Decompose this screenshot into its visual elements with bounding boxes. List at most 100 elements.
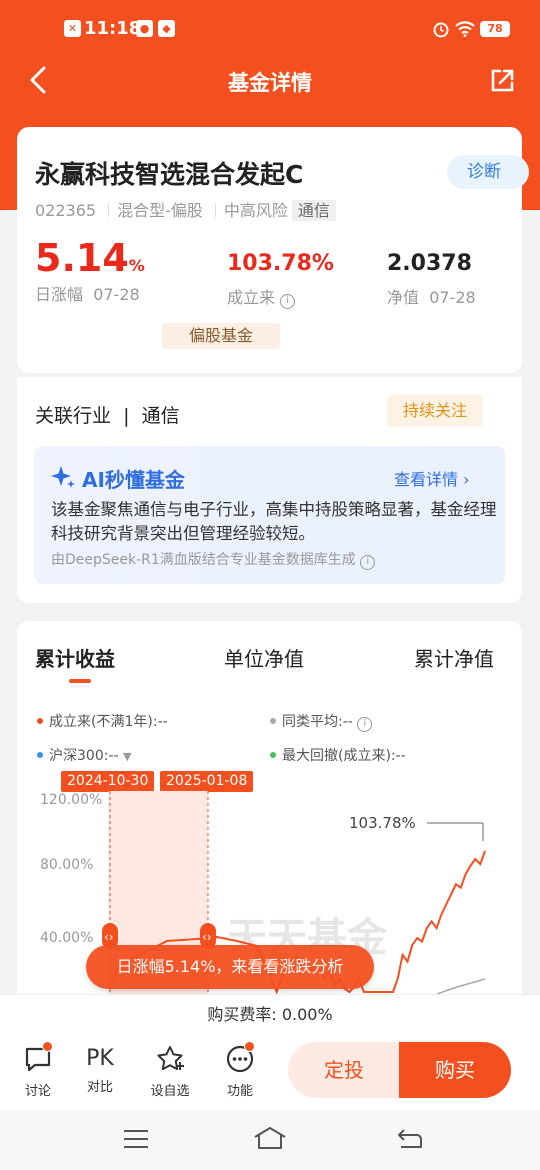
- home-icon[interactable]: [252, 1125, 288, 1151]
- fund-type: 混合型-偏股: [117, 201, 203, 220]
- chart-tabs: 累计收益 单位净值 累计净值: [17, 643, 522, 683]
- info-icon[interactable]: i: [280, 294, 296, 309]
- pk-icon: PK: [86, 1046, 114, 1071]
- legend-dot: [270, 718, 276, 724]
- legend-since-value: --: [157, 714, 168, 730]
- daily-change-value: 5.14: [35, 236, 129, 280]
- add-watchlist-label: 设自选: [150, 1084, 190, 1099]
- fee-bar: 购买费率: 0.00%: [0, 994, 540, 1034]
- legend-dot: [270, 752, 276, 758]
- app-notification-icon: ●: [136, 20, 153, 37]
- range-handle-arrows: ‹›: [104, 930, 114, 944]
- legend-hs300-value: --: [108, 748, 119, 764]
- y-tick-label: 40.00%: [40, 930, 93, 946]
- sparkle-icon: [51, 466, 75, 488]
- legend-hs300[interactable]: 沪深300:-- ▼: [37, 745, 131, 765]
- fee-label: 购买费率:: [207, 1005, 277, 1024]
- diagnose-button[interactable]: 诊断: [447, 155, 529, 189]
- daily-change-date: 07-28: [93, 285, 140, 304]
- category-pill[interactable]: 偏股基金: [162, 323, 280, 349]
- nav-bar: 基金详情: [0, 55, 540, 107]
- ai-view-details-link[interactable]: 查看详情 ›: [394, 466, 470, 490]
- add-watchlist-button[interactable]: 设自选: [142, 1044, 198, 1099]
- sector-tag[interactable]: 通信: [291, 200, 336, 221]
- nav-date: 07-28: [429, 288, 476, 307]
- chevron-down-icon: ▼: [123, 750, 132, 763]
- discuss-button[interactable]: 讨论: [10, 1041, 66, 1099]
- menu-icon[interactable]: [122, 1128, 150, 1150]
- battery-icon: 78: [480, 21, 510, 37]
- discuss-label: 讨论: [24, 1084, 51, 1099]
- series-peer-average: [436, 978, 486, 994]
- since-inception-metric: 103.78% 成立来 i: [227, 251, 334, 309]
- legend-dot: [37, 718, 43, 724]
- follow-button[interactable]: 持续关注: [387, 395, 483, 427]
- alarm-icon: [433, 22, 449, 38]
- ai-summary-panel[interactable]: AI秒懂基金 查看详情 › 该基金聚焦通信与电子行业，高集中持股策略显著，基金经…: [34, 446, 505, 584]
- notification-badge: [244, 1041, 255, 1052]
- functions-label: 功能: [226, 1084, 253, 1099]
- auto-invest-button[interactable]: 定投: [288, 1042, 400, 1098]
- fund-tags: 022365 混合型-偏股 中高风险 通信: [35, 197, 340, 221]
- back-nav-icon[interactable]: [396, 1127, 424, 1151]
- info-icon[interactable]: i: [357, 717, 373, 732]
- ai-source: 由DeepSeek-R1满血版结合专业基金数据库生成: [51, 552, 356, 568]
- tab-accumulated-nav[interactable]: 累计净值: [414, 643, 494, 672]
- since-inception-value: 103.78%: [227, 251, 334, 276]
- highlight-end-date: 2025-01-08: [160, 771, 254, 792]
- fund-summary-card: 永赢科技智选混合发起C 诊断 022365 混合型-偏股 中高风险 通信 5.14% …: [17, 127, 529, 373]
- legend-peer: 同类平均:-- i: [270, 711, 373, 732]
- tab-unit-nav[interactable]: 单位净值: [224, 643, 304, 672]
- legend-drawdown-label: 最大回撤(成立来):: [282, 748, 396, 764]
- legend-hs300-label: 沪深300:: [49, 748, 109, 764]
- compare-label: 对比: [86, 1080, 113, 1095]
- industry-separator: |: [123, 405, 130, 427]
- tab-cumulative-return[interactable]: 累计收益: [35, 643, 115, 672]
- notification-badge: [42, 1041, 53, 1052]
- nav-label: 净值: [387, 288, 420, 307]
- functions-button[interactable]: 功能: [212, 1041, 268, 1099]
- industry-label: 关联行业: [35, 405, 112, 427]
- status-time: 11:18: [84, 18, 142, 39]
- wifi-icon: [455, 21, 475, 37]
- compare-button[interactable]: PK 对比: [72, 1044, 128, 1095]
- ai-summary-text: 该基金聚焦通信与电子行业，高集中持股策略显著，基金经理科技研究背景突出但管理经验…: [51, 500, 497, 543]
- system-nav-bar: [0, 1110, 540, 1170]
- tab-indicator: [69, 679, 91, 683]
- y-tick-label: 80.00%: [40, 857, 93, 873]
- daily-change-analysis-tip[interactable]: 日涨幅5.14%，来看看涨跌分析: [86, 945, 374, 989]
- legend-dot: [37, 752, 43, 758]
- info-icon[interactable]: i: [360, 555, 376, 570]
- fund-code: 022365: [35, 201, 97, 220]
- ai-title: AI秒懂基金: [82, 468, 185, 492]
- end-value-label: 103.78%: [349, 814, 416, 832]
- daily-change-unit: %: [128, 256, 145, 275]
- ai-card: AI秒懂基金 查看详情 › 该基金聚焦通信与电子行业，高集中持股策略显著，基金经…: [17, 427, 522, 603]
- fee-value: 0.00%: [281, 1005, 333, 1024]
- legend-peer-label: 同类平均:: [282, 714, 343, 730]
- industry-value: 通信: [141, 405, 180, 427]
- page-title: 基金详情: [228, 71, 312, 95]
- legend-since: 成立来(不满1年):--: [37, 711, 168, 731]
- since-inception-label: 成立来: [227, 288, 276, 307]
- buy-button[interactable]: 购买: [399, 1042, 511, 1098]
- nav-value: 2.0378: [387, 251, 472, 276]
- status-bar: ✕ 11:18 ● ◆ 78: [0, 0, 540, 60]
- bottom-bar: 讨论 PK 对比 设自选 功能 定投 购买: [0, 1034, 540, 1110]
- y-tick-label: 120.00%: [40, 792, 102, 808]
- legend-peer-value: --: [342, 714, 353, 730]
- legend-drawdown-value: --: [395, 748, 406, 764]
- range-handle-arrows: ‹›: [202, 930, 212, 944]
- fund-name: 永赢科技智选混合发起C: [35, 160, 304, 189]
- share-icon[interactable]: [488, 67, 516, 95]
- app-notification-icon-2: ◆: [158, 20, 175, 37]
- highlight-start-date: 2024-10-30: [61, 771, 155, 792]
- industry-row: 关联行业 | 通信: [35, 401, 180, 428]
- star-plus-icon: [157, 1046, 184, 1071]
- legend-since-label: 成立来(不满1年):: [49, 714, 158, 730]
- legend-drawdown: 最大回撤(成立来):--: [270, 745, 406, 765]
- daily-change-metric: 5.14% 日涨幅 07-28: [35, 239, 145, 305]
- daily-change-label: 日涨幅: [35, 285, 84, 304]
- notification-icon: ✕: [64, 20, 81, 37]
- nav-metric: 2.0378 净值 07-28: [387, 251, 476, 308]
